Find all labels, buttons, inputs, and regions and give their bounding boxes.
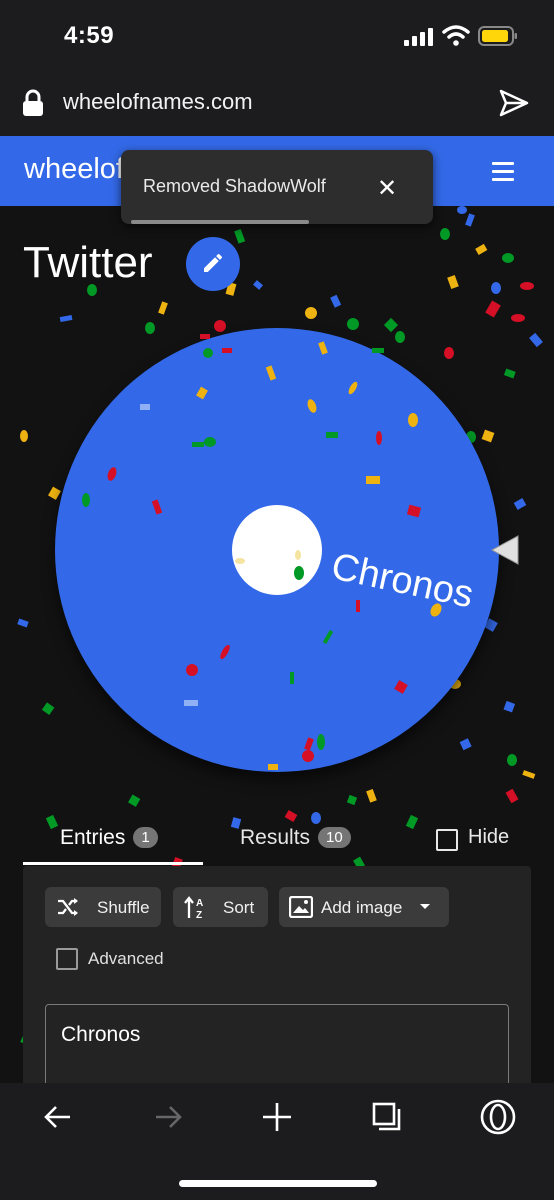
tab-results[interactable]: Results 10 <box>240 826 351 850</box>
image-icon <box>289 896 313 918</box>
active-tab-indicator <box>23 862 203 865</box>
tab-results-label: Results <box>240 826 311 849</box>
tab-entries[interactable]: Entries 1 <box>60 826 158 850</box>
home-indicator[interactable] <box>179 1180 377 1187</box>
hub-confetti <box>235 550 304 580</box>
url-text[interactable]: wheelofnames.com <box>63 89 253 115</box>
toast-timer-bar <box>131 220 309 224</box>
advanced-checkbox[interactable] <box>56 948 78 970</box>
svg-text:Z: Z <box>196 910 202 920</box>
status-time: 4:59 <box>64 22 115 49</box>
tab-entries-label: Entries <box>60 826 126 849</box>
toast-message: Removed ShadowWolf <box>143 176 326 196</box>
new-tab-plus-icon[interactable] <box>261 1101 293 1133</box>
wheel-center-hub[interactable] <box>232 505 322 595</box>
hide-checkbox[interactable] <box>436 829 458 851</box>
add-image-label: Add image <box>321 898 403 917</box>
back-arrow-icon[interactable] <box>42 1101 74 1133</box>
svg-text:A: A <box>196 898 203 909</box>
hamburger-menu-icon[interactable] <box>492 162 514 181</box>
entries-count-badge: 1 <box>133 827 158 848</box>
wheel-pointer-icon <box>490 535 519 565</box>
chevron-down-icon[interactable] <box>419 903 431 911</box>
shuffle-button[interactable]: Shuffle <box>45 887 161 927</box>
status-bar: 4:59 <box>0 0 554 72</box>
sort-az-icon: A Z <box>184 896 203 920</box>
add-image-button[interactable]: Add image <box>279 887 449 927</box>
shuffle-icon <box>58 898 78 916</box>
wheel-title: Twitter <box>23 238 153 287</box>
opera-menu-icon[interactable] <box>480 1099 516 1135</box>
edit-title-button[interactable] <box>186 237 240 291</box>
forward-arrow-icon[interactable] <box>152 1101 184 1133</box>
pencil-icon <box>204 253 223 272</box>
close-icon[interactable]: ✕ <box>377 174 397 203</box>
wifi-icon <box>442 25 470 46</box>
sort-label: Sort <box>223 898 255 917</box>
brand-logo-text[interactable]: wheelof <box>24 153 124 186</box>
tabs-icon[interactable] <box>371 1101 403 1133</box>
sort-button[interactable]: A Z Sort <box>173 887 268 927</box>
shuffle-label: Shuffle <box>97 898 150 917</box>
battery-icon <box>478 26 517 46</box>
browser-address-bar[interactable]: wheelofnames.com <box>0 72 554 136</box>
hide-label: Hide <box>468 826 510 848</box>
lock-icon <box>23 89 43 116</box>
send-share-icon[interactable] <box>498 88 530 118</box>
results-count-badge: 10 <box>318 827 351 848</box>
cellular-signal-icon <box>404 28 433 46</box>
advanced-label: Advanced <box>88 949 164 968</box>
snackbar-toast: Removed ShadowWolf ✕ <box>121 150 433 224</box>
